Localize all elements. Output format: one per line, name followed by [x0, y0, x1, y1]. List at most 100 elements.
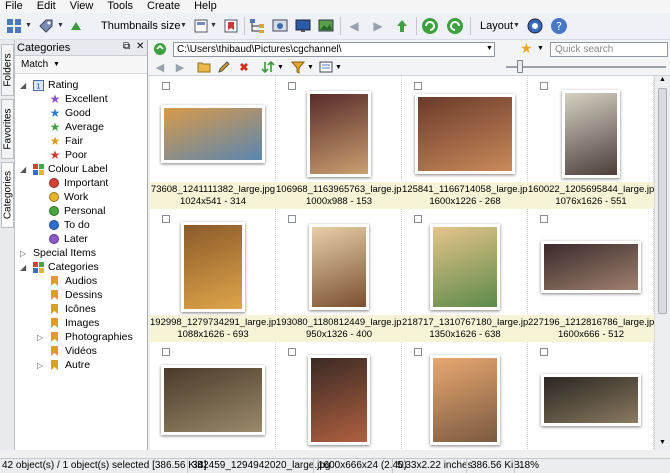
thumbnail-cell[interactable]: 125841_1166714058_large.jpg 1600x1226 - 2…	[402, 76, 533, 209]
expand-toggle-icon[interactable]: ▷	[20, 249, 26, 258]
tree-item[interactable]: ▷ Photographies	[37, 330, 133, 344]
tree-item[interactable]: Important	[49, 176, 108, 190]
thumbnail-cell[interactable]: 106968_1163965763_large.jpg 1000x988 - 15…	[276, 76, 407, 209]
path-input[interactable]: C:\Users\thibaud\Pictures\cgchannel\	[173, 42, 495, 57]
menu-view[interactable]: View	[63, 0, 101, 13]
chevron-down-icon[interactable]: ▼	[210, 22, 217, 29]
thumbnail-cell[interactable]	[528, 342, 654, 450]
thumbnail-image[interactable]	[308, 355, 370, 445]
favorite-star-icon[interactable]: ★	[520, 40, 533, 57]
display-mode-icon[interactable]	[191, 16, 211, 36]
thumbnail-image[interactable]	[181, 222, 245, 312]
forward-icon[interactable]: ▶	[172, 59, 188, 75]
chevron-down-icon[interactable]: ▼	[486, 45, 493, 52]
menu-tools[interactable]: Tools	[100, 0, 140, 13]
thumbnail-cell[interactable]: 192998_1279734291_large.jpg 1088x1626 - 6…	[150, 209, 282, 342]
match-dropdown[interactable]: Match ▼	[15, 56, 147, 74]
expand-toggle-icon[interactable]: ▷	[37, 361, 43, 370]
thumbnail-image[interactable]	[309, 224, 369, 310]
tree-item[interactable]: ▷ Special Items	[20, 246, 96, 260]
layout-button[interactable]: Layout	[480, 20, 513, 32]
expand-toggle-icon[interactable]: ◢	[20, 165, 26, 174]
thumbnail-image[interactable]	[430, 355, 500, 445]
refresh-left-icon[interactable]	[420, 16, 440, 36]
thumbnail-image[interactable]	[430, 224, 500, 310]
chevron-down-icon[interactable]: ▼	[537, 45, 544, 52]
tab-folders[interactable]: Folders	[1, 44, 14, 96]
tree-item[interactable]: ◢ Colour Label	[20, 162, 108, 176]
expand-toggle-icon[interactable]: ◢	[20, 263, 26, 272]
tree-item[interactable]: Work	[49, 190, 88, 204]
tree-item[interactable]: ◢ 1 Rating	[20, 78, 78, 92]
tree-item[interactable]: Personal	[49, 204, 105, 218]
hierarchy-icon[interactable]	[247, 16, 267, 36]
tree-item[interactable]: Images	[49, 316, 99, 330]
tree-item[interactable]: ▷ Autre	[37, 358, 90, 372]
thumbnail-cell[interactable]: 160022_1205695844_large.jpg 1076x1626 - 5…	[528, 76, 654, 209]
arrow-left-icon[interactable]: ◀	[344, 16, 364, 36]
menu-file[interactable]: File	[0, 0, 30, 13]
tag-icon[interactable]	[36, 16, 56, 36]
tab-categories[interactable]: Categories	[1, 162, 14, 228]
chevron-down-icon[interactable]: ▼	[57, 22, 64, 29]
tree-item[interactable]: Later	[49, 232, 88, 246]
chevron-down-icon[interactable]: ▼	[335, 64, 342, 71]
chevron-down-icon[interactable]: ▼	[513, 22, 520, 29]
tree-item[interactable]: ★ Average	[49, 120, 104, 134]
tree-item[interactable]: ★ Poor	[49, 148, 88, 162]
thumbnail-cell[interactable]	[276, 342, 402, 450]
tree-item[interactable]: ◢ Categories	[20, 260, 99, 274]
scroll-down-icon[interactable]: ▼	[659, 439, 666, 446]
tree-item[interactable]: ★ Excellent	[49, 92, 108, 106]
scroll-up-icon[interactable]: ▲	[659, 76, 666, 83]
filter-icon[interactable]	[290, 59, 306, 75]
expand-toggle-icon[interactable]: ◢	[20, 81, 26, 90]
thumbnail-image[interactable]	[541, 374, 641, 426]
chevron-down-icon[interactable]: ▼	[277, 64, 284, 71]
capture-icon[interactable]	[270, 16, 290, 36]
delete-icon[interactable]: ✖	[236, 59, 252, 75]
thumbnail-cell[interactable]	[402, 342, 528, 450]
thumbnail-image[interactable]	[161, 365, 265, 435]
gear-icon[interactable]	[525, 16, 545, 36]
close-icon[interactable]: ✕	[136, 41, 144, 52]
thumbnail-image[interactable]	[307, 91, 371, 177]
thumbnail-cell[interactable]	[150, 342, 276, 450]
vertical-scrollbar[interactable]: ▲ ▼	[654, 76, 670, 450]
menu-edit[interactable]: Edit	[30, 0, 63, 13]
thumbnail-image[interactable]	[415, 94, 515, 174]
thumbnail-cell[interactable]: 218717_1310767180_large.jpg 1350x1626 - 6…	[402, 209, 534, 342]
menu-help[interactable]: Help	[187, 0, 224, 13]
back-icon[interactable]: ◀	[152, 59, 168, 75]
tree-item[interactable]: To do	[49, 218, 90, 232]
tree-item[interactable]: Audios	[49, 274, 97, 288]
tree-item[interactable]: Icônes	[49, 302, 96, 316]
refresh-path-icon[interactable]	[153, 42, 167, 56]
expand-toggle-icon[interactable]: ▷	[37, 333, 43, 342]
pin-icon[interactable]: ⧉	[123, 41, 130, 52]
zoom-slider-handle[interactable]	[517, 60, 523, 73]
screen-icon[interactable]	[293, 16, 313, 36]
thumbnail-cell[interactable]: 73608_1241111382_large.jpg 1024x541 - 314	[150, 76, 276, 209]
help-icon[interactable]: ?	[549, 16, 569, 36]
tree-item[interactable]: Vidéos	[49, 344, 97, 358]
rotate-icon[interactable]	[392, 16, 412, 36]
thumbnail-image[interactable]	[562, 90, 620, 178]
menu-create[interactable]: Create	[140, 0, 187, 13]
refresh-right-icon[interactable]	[445, 16, 465, 36]
thumbnail-image[interactable]	[161, 105, 265, 163]
tree-item[interactable]: Dessins	[49, 288, 102, 302]
arrow-right-icon[interactable]: ▶	[368, 16, 388, 36]
thumbnail-image[interactable]	[541, 241, 641, 293]
grid-view-icon[interactable]	[4, 16, 24, 36]
bookmark-tool-icon[interactable]	[221, 16, 241, 36]
chevron-down-icon[interactable]: ▼	[25, 22, 32, 29]
sort-icon[interactable]	[66, 16, 86, 36]
chevron-down-icon[interactable]: ▼	[180, 22, 187, 29]
thumbnail-cell[interactable]: 227196_1212816786_large.jpg 1600x666 - 51…	[528, 209, 654, 342]
view-options-icon[interactable]	[318, 59, 334, 75]
slideshow-icon[interactable]	[316, 16, 336, 36]
chevron-down-icon[interactable]: ▼	[307, 64, 314, 71]
new-folder-icon[interactable]	[196, 59, 212, 75]
scrollbar-thumb[interactable]	[658, 88, 667, 314]
